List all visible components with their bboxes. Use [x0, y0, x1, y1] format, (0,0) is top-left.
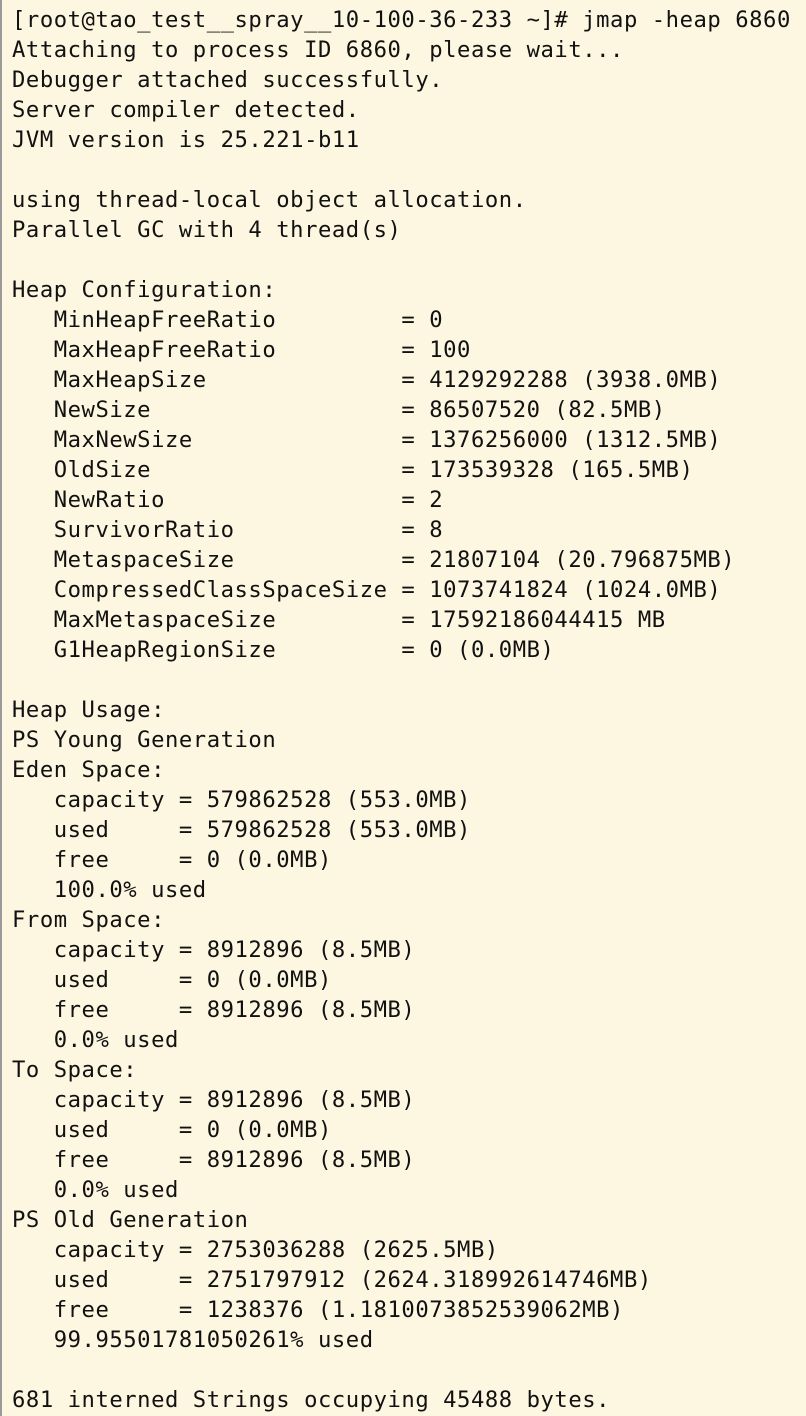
usage-percent: 0.0% used — [12, 1027, 179, 1053]
usage-entry: used = 579862528 (553.0MB) — [12, 817, 471, 843]
config-entry: NewSize = 86507520 (82.5MB) — [12, 397, 666, 423]
usage-entry: capacity = 8912896 (8.5MB) — [12, 1087, 416, 1113]
usage-entry: capacity = 2753036288 (2625.5MB) — [12, 1237, 499, 1263]
terminal-window[interactable]: [root@tao_test__spray__10-100-36-233 ~]#… — [0, 0, 806, 1416]
usage-entry: free = 8912896 (8.5MB) — [12, 997, 416, 1023]
config-entry: SurvivorRatio = 8 — [12, 517, 444, 543]
output-line: using thread-local object allocation. — [12, 187, 527, 213]
config-entry: NewRatio = 2 — [12, 487, 444, 513]
config-entry: OldSize = 173539328 (165.5MB) — [12, 457, 694, 483]
config-entry: MaxMetaspaceSize = 17592186044415 MB — [12, 607, 666, 633]
output-line: Attaching to process ID 6860, please wai… — [12, 37, 624, 63]
usage-percent: 99.95501781050261% used — [12, 1327, 374, 1353]
generation-heading: PS Young Generation — [12, 727, 277, 753]
command-prompt-line: [root@tao_test__spray__10-100-36-233 ~]#… — [12, 7, 791, 33]
config-entry: MetaspaceSize = 21807104 (20.796875MB) — [12, 547, 736, 573]
output-line: Parallel GC with 4 thread(s) — [12, 217, 402, 243]
config-entry: MaxHeapSize = 4129292288 (3938.0MB) — [12, 367, 722, 393]
space-heading: Eden Space: — [12, 757, 165, 783]
usage-percent: 100.0% used — [12, 877, 207, 903]
config-entry: MaxHeapFreeRatio = 100 — [12, 337, 471, 363]
usage-entry: capacity = 8912896 (8.5MB) — [12, 937, 416, 963]
usage-entry: capacity = 579862528 (553.0MB) — [12, 787, 471, 813]
usage-entry: free = 1238376 (1.1810073852539062MB) — [12, 1297, 624, 1323]
space-heading: From Space: — [12, 907, 165, 933]
output-line: Server compiler detected. — [12, 97, 360, 123]
usage-entry: used = 0 (0.0MB) — [12, 967, 332, 993]
section-heading-heap-configuration: Heap Configuration: — [12, 277, 277, 303]
section-heading-heap-usage: Heap Usage: — [12, 697, 165, 723]
config-entry: G1HeapRegionSize = 0 (0.0MB) — [12, 637, 555, 663]
output-line: 681 interned Strings occupying 45488 byt… — [12, 1387, 611, 1413]
usage-entry: used = 0 (0.0MB) — [12, 1117, 332, 1143]
space-heading: To Space: — [12, 1057, 138, 1083]
usage-percent: 0.0% used — [12, 1177, 179, 1203]
output-line: Debugger attached successfully. — [12, 67, 444, 93]
output-line: JVM version is 25.221-b11 — [12, 127, 360, 153]
generation-heading: PS Old Generation — [12, 1207, 249, 1233]
usage-entry: free = 0 (0.0MB) — [12, 847, 332, 873]
usage-entry: free = 8912896 (8.5MB) — [12, 1147, 416, 1173]
config-entry: MaxNewSize = 1376256000 (1312.5MB) — [12, 427, 722, 453]
usage-entry: used = 2751797912 (2624.318992614746MB) — [12, 1267, 652, 1293]
config-entry: CompressedClassSpaceSize = 1073741824 (1… — [12, 577, 722, 603]
config-entry: MinHeapFreeRatio = 0 — [12, 307, 444, 333]
